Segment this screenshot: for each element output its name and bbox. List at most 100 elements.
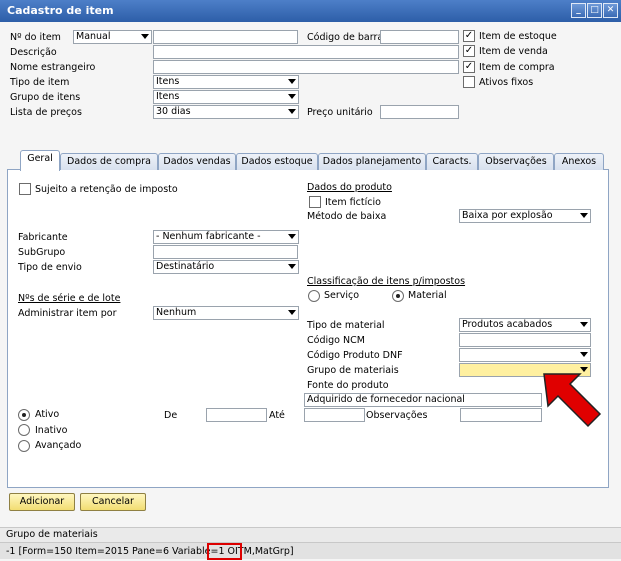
phantom-item-label: Item fictício [325,197,381,208]
to-label: Até [269,410,285,421]
dnf-label: Código Produto DNF [307,350,403,361]
status-field-name: Grupo de materiais [6,529,98,540]
subgroup-label: SubGrupo [18,247,66,258]
material-label: Material [408,290,447,301]
item-group-select[interactable]: Itens [153,90,299,104]
service-radio[interactable] [308,290,320,302]
purchase-item-checkbox[interactable]: ✓ [463,61,475,73]
chevron-down-icon [288,109,296,114]
product-source-input[interactable]: Adquirido de fornecedor nacional [304,393,542,407]
manage-item-by-label: Administrar item por [18,308,117,319]
material-type-value: Produtos acabados [462,319,553,330]
manufacturer-value: - Nenhum fabricante - [156,231,261,242]
subgroup-input[interactable] [153,245,298,259]
tab-dados-planejamento[interactable]: Dados planejamento [318,153,426,170]
status-info-text: -1 [Form=150 Item=2015 Pane=6 Variable=1… [6,546,294,557]
sales-item-checkbox[interactable]: ✓ [463,45,475,57]
product-data-heading: Dados do produto [307,182,392,193]
item-no-input[interactable] [153,30,298,44]
price-list-select[interactable]: 30 dias [153,105,299,119]
foreign-name-label: Nome estrangeiro [10,62,96,73]
tab-dados-compra[interactable]: Dados de compra [60,153,158,170]
sales-item-label: Item de venda [479,46,548,57]
tab-dados-estoque[interactable]: Dados estoque [236,153,318,170]
red-arrow-icon [543,373,602,428]
description-label: Descrição [10,47,57,58]
chevron-down-icon [288,79,296,84]
issue-method-select[interactable]: Baixa por explosão [459,209,591,223]
inactive-radio[interactable] [18,424,30,436]
withholding-tax-label: Sujeito a retenção de imposto [35,184,178,195]
chevron-down-icon [288,234,296,239]
fixed-assets-checkbox[interactable] [463,76,475,88]
item-type-select[interactable]: Itens [153,75,299,89]
to-date-input[interactable] [304,408,365,422]
tax-class-heading: Classificação de itens p/impostos [307,276,466,287]
chevron-down-icon [580,322,588,327]
price-list-value: 30 dias [156,106,191,117]
status-info-bar: -1 [Form=150 Item=2015 Pane=6 Variable=1… [0,542,621,559]
withholding-tax-checkbox[interactable] [19,183,31,195]
serial-batch-heading: Nºs de série e de lote [18,293,121,304]
purchase-item-label: Item de compra [479,62,555,73]
tab-geral[interactable]: Geral [20,150,60,171]
manage-item-by-select[interactable]: Nenhum [153,306,299,320]
barcode-input[interactable] [380,30,459,44]
remarks-label: Observações [366,410,428,421]
phantom-item-checkbox[interactable] [309,196,321,208]
description-input[interactable] [153,45,459,59]
shipping-type-label: Tipo de envio [18,262,82,273]
manufacturer-label: Fabricante [18,232,68,243]
advanced-label: Avançado [35,440,82,451]
add-button[interactable]: Adicionar [9,493,75,511]
ncm-input[interactable] [459,333,591,347]
cancel-button[interactable]: Cancelar [80,493,146,511]
issue-method-value: Baixa por explosão [462,210,553,221]
item-type-label: Tipo de item [10,77,70,88]
chevron-down-icon [288,94,296,99]
tab-dados-vendas[interactable]: Dados vendas [158,153,236,170]
stock-item-checkbox[interactable]: ✓ [463,30,475,42]
active-label: Ativo [35,409,60,420]
inactive-label: Inativo [35,425,68,436]
material-type-select[interactable]: Produtos acabados [459,318,591,332]
status-info-suffix: ,MatGrp] [251,546,294,557]
ncm-label: Código NCM [307,335,365,346]
chevron-down-icon [580,352,588,357]
unit-price-input[interactable] [380,105,459,119]
tab-observacoes[interactable]: Observações [478,153,554,170]
maximize-icon[interactable]: □ [587,3,602,18]
chevron-down-icon [288,264,296,269]
dnf-select[interactable] [459,348,591,362]
tab-anexos[interactable]: Anexos [554,153,604,170]
shipping-type-value: Destinatário [156,261,215,272]
item-no-mode-select[interactable]: Manual [73,30,152,44]
chevron-down-icon [288,310,296,315]
shipping-type-select[interactable]: Destinatário [153,260,299,274]
item-no-label: Nº do item [10,32,61,43]
minimize-icon[interactable]: _ [571,3,586,18]
advanced-radio[interactable] [18,440,30,452]
unit-price-label: Preço unitário [307,107,373,118]
manage-item-by-value: Nenhum [156,307,197,318]
from-label: De [164,410,178,421]
material-radio[interactable] [392,290,404,302]
close-icon[interactable]: ✕ [603,3,618,18]
active-radio[interactable] [18,409,30,421]
item-group-value: Itens [156,91,180,102]
status-table-highlight [207,543,242,560]
chevron-down-icon [141,34,149,39]
foreign-name-input[interactable] [153,60,459,74]
manufacturer-select[interactable]: - Nenhum fabricante - [153,230,299,244]
material-group-label: Grupo de materiais [307,365,399,376]
tab-caracts[interactable]: Caracts. [426,153,478,170]
chevron-down-icon [580,213,588,218]
window-title: Cadastro de item [7,4,114,17]
item-type-value: Itens [156,76,180,87]
barcode-label: Código de barra [307,32,384,43]
item-group-label: Grupo de itens [10,92,81,103]
issue-method-label: Método de baixa [307,211,387,222]
from-date-input[interactable] [206,408,267,422]
service-label: Serviço [324,290,360,301]
remarks-input[interactable] [460,408,542,422]
